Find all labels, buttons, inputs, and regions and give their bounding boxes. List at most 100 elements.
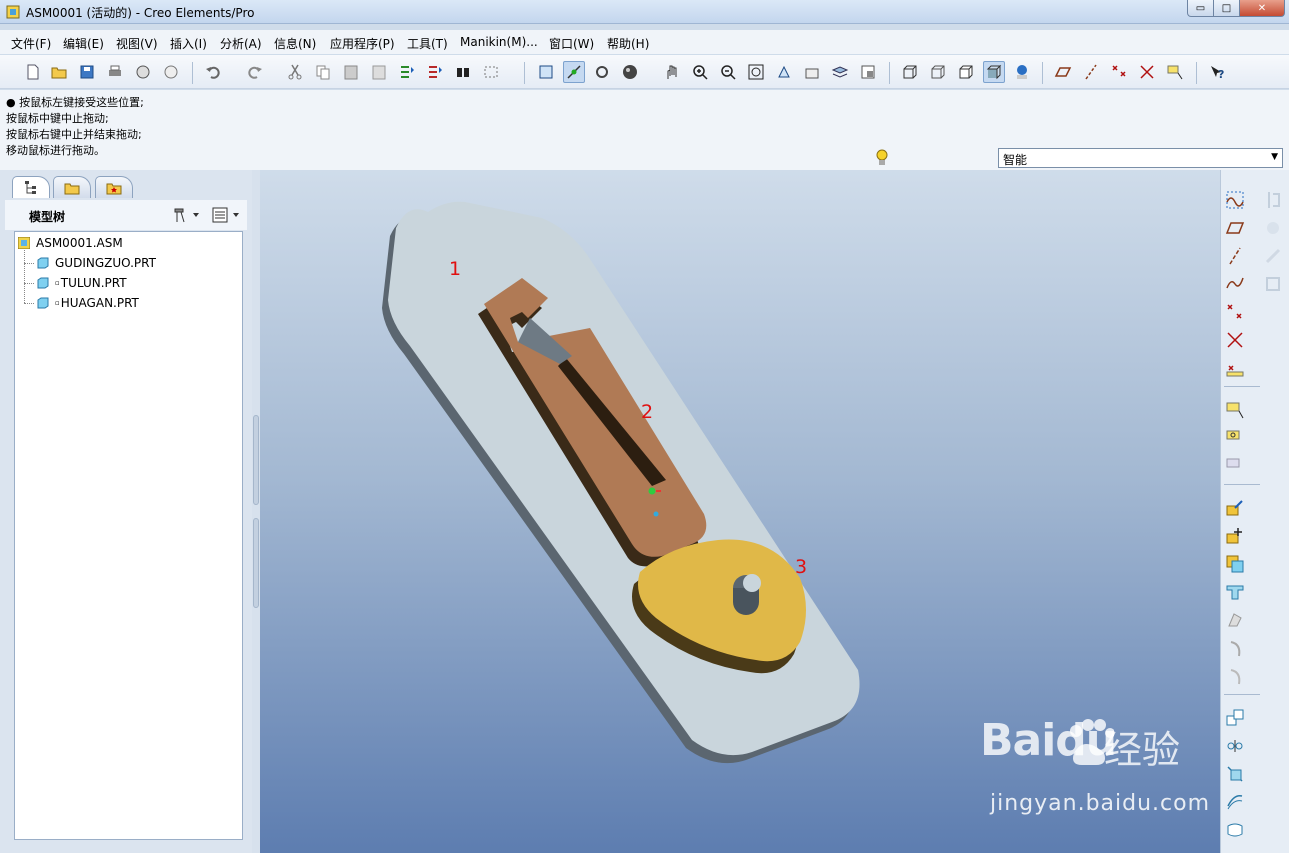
hidden-line-button[interactable] bbox=[927, 61, 949, 83]
tree-item-gudingzuo[interactable]: GUDINGZUO.PRT bbox=[37, 256, 156, 270]
wireframe-button[interactable] bbox=[899, 61, 921, 83]
menu-analysis[interactable]: 分析(A) bbox=[220, 35, 262, 52]
refit-button[interactable] bbox=[535, 61, 557, 83]
zoom-in-button[interactable] bbox=[689, 61, 711, 83]
round-button[interactable] bbox=[1223, 664, 1247, 688]
zoom-out-button[interactable] bbox=[717, 61, 739, 83]
pan-button[interactable] bbox=[661, 61, 683, 83]
merge-button[interactable] bbox=[1223, 790, 1247, 814]
no-hidden-button[interactable] bbox=[955, 61, 977, 83]
menu-view[interactable]: 视图(V) bbox=[116, 35, 158, 52]
appearance-button[interactable] bbox=[1011, 61, 1033, 83]
saved-views-button[interactable] bbox=[801, 61, 823, 83]
reorient-button[interactable] bbox=[773, 61, 795, 83]
zoom-fit-button[interactable] bbox=[745, 61, 767, 83]
package-component-button[interactable] bbox=[1223, 552, 1247, 576]
cut-button[interactable] bbox=[284, 61, 306, 83]
splitter-grip[interactable] bbox=[253, 415, 259, 505]
datum-axis-display-button[interactable] bbox=[1080, 61, 1102, 83]
drag-point-marker[interactable] bbox=[653, 511, 659, 517]
lightbulb-icon[interactable] bbox=[873, 148, 891, 168]
mirror-button[interactable] bbox=[1223, 762, 1247, 786]
find-button[interactable] bbox=[452, 61, 474, 83]
placeholder-tool-button[interactable] bbox=[1261, 272, 1285, 296]
tree-item-asm0001[interactable]: ASM0001.ASM bbox=[18, 236, 123, 250]
tree-item-tulun[interactable]: ▫ TULUN.PRT bbox=[37, 276, 127, 290]
sketch-button[interactable] bbox=[1223, 188, 1247, 212]
menu-insert[interactable]: 插入(I) bbox=[170, 35, 207, 52]
intersect-button[interactable] bbox=[1223, 818, 1247, 842]
extrude-cut-button[interactable] bbox=[1223, 580, 1247, 604]
menu-tools[interactable]: 工具(T) bbox=[407, 35, 448, 52]
paste-special-button[interactable] bbox=[368, 61, 390, 83]
regenerate-button[interactable] bbox=[396, 61, 418, 83]
tree-item-huagan[interactable]: ▫ HUAGAN.PRT bbox=[37, 296, 139, 310]
pattern-button[interactable] bbox=[1223, 734, 1247, 758]
panel-splitter[interactable] bbox=[252, 170, 260, 853]
menu-applications[interactable]: 应用程序(P) bbox=[330, 35, 395, 52]
select-box-button[interactable] bbox=[480, 61, 502, 83]
copy-button[interactable] bbox=[312, 61, 334, 83]
print-button[interactable] bbox=[104, 61, 126, 83]
shading-button[interactable] bbox=[619, 61, 641, 83]
annotation-feature-button[interactable] bbox=[1223, 426, 1247, 450]
menu-file[interactable]: 文件(F) bbox=[11, 35, 51, 52]
regen-manager-icon bbox=[429, 66, 442, 78]
layers-button[interactable] bbox=[829, 61, 851, 83]
menu-manikin[interactable]: Manikin(M)... bbox=[460, 35, 538, 49]
datum-plane-button[interactable] bbox=[1223, 216, 1247, 240]
placeholder-tool-button[interactable] bbox=[1261, 244, 1285, 268]
assemble-component-button[interactable] bbox=[1223, 496, 1247, 520]
regen-manager-button[interactable] bbox=[424, 61, 446, 83]
tree-columns-button[interactable] bbox=[211, 206, 243, 224]
tree-settings-button[interactable] bbox=[171, 206, 201, 224]
create-component-button[interactable] bbox=[1223, 524, 1247, 548]
regenerate-icon bbox=[401, 66, 414, 78]
tab-folder-browser[interactable] bbox=[53, 176, 91, 198]
datum-point-display-button[interactable] bbox=[1108, 61, 1130, 83]
annotation-button[interactable] bbox=[1223, 398, 1247, 422]
view-manager-button[interactable] bbox=[857, 61, 879, 83]
reorient-icon bbox=[778, 65, 790, 78]
minimize-button[interactable]: ▭ bbox=[1187, 0, 1214, 17]
datum-curve-button[interactable] bbox=[1223, 272, 1247, 296]
analysis-feature-button[interactable] bbox=[1223, 356, 1247, 380]
tab-model-tree[interactable] bbox=[12, 176, 50, 198]
csys-display-button[interactable] bbox=[1136, 61, 1158, 83]
menu-info[interactable]: 信息(N) bbox=[274, 35, 316, 52]
send-mail-button[interactable] bbox=[132, 61, 154, 83]
paste-button[interactable] bbox=[340, 61, 362, 83]
placeholder-tool-button[interactable] bbox=[1261, 216, 1285, 240]
menu-window[interactable]: 窗口(W) bbox=[549, 35, 594, 52]
selection-filter-value: 智能 bbox=[1003, 153, 1028, 167]
new-file-button[interactable] bbox=[22, 61, 44, 83]
menu-help[interactable]: 帮助(H) bbox=[607, 35, 649, 52]
csys-button[interactable] bbox=[1223, 328, 1247, 352]
open-file-button[interactable] bbox=[48, 61, 70, 83]
redo-button[interactable] bbox=[244, 61, 266, 83]
repeat-button[interactable] bbox=[1223, 706, 1247, 730]
revolve-button[interactable] bbox=[1223, 608, 1247, 632]
note-button[interactable] bbox=[1223, 454, 1247, 478]
menu-edit[interactable]: 编辑(E) bbox=[63, 35, 104, 52]
context-help-button[interactable]: ? bbox=[1206, 61, 1228, 83]
close-button[interactable]: ✕ bbox=[1239, 0, 1285, 17]
drag-components-button[interactable] bbox=[563, 61, 585, 83]
save-button[interactable] bbox=[76, 61, 98, 83]
undo-button[interactable] bbox=[202, 61, 224, 83]
datum-plane-display-button[interactable] bbox=[1052, 61, 1074, 83]
toolbar-separator bbox=[192, 62, 193, 84]
selection-filter-dropdown[interactable]: 智能 ▼ bbox=[998, 148, 1283, 168]
tab-favorites[interactable] bbox=[95, 176, 133, 198]
maximize-button[interactable]: □ bbox=[1213, 0, 1240, 17]
send-link-button[interactable] bbox=[160, 61, 182, 83]
mechanism-button[interactable] bbox=[591, 61, 613, 83]
annotation-display-button[interactable] bbox=[1164, 61, 1186, 83]
datum-axis-button[interactable] bbox=[1223, 244, 1247, 268]
splitter-grip[interactable] bbox=[253, 518, 259, 608]
hide-panel-button[interactable] bbox=[1261, 188, 1285, 212]
shaded-button[interactable] bbox=[983, 61, 1005, 83]
datum-point-button[interactable] bbox=[1223, 300, 1247, 324]
hole-button[interactable] bbox=[1223, 636, 1247, 660]
drag-point-marker[interactable] bbox=[648, 487, 656, 495]
